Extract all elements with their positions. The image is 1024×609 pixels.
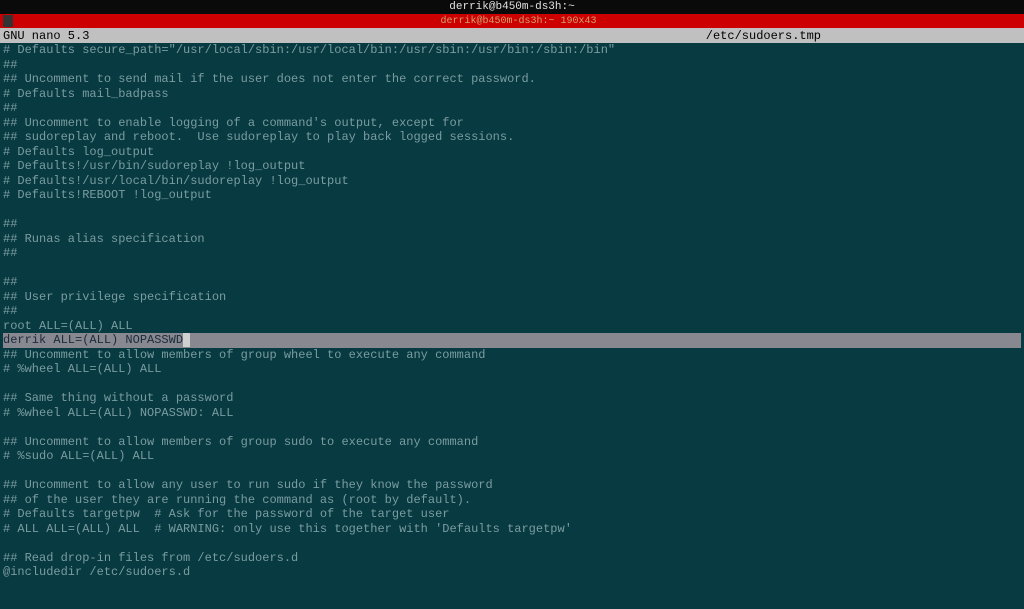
editor-line: # Defaults!REBOOT !log_output: [3, 188, 1021, 203]
text-cursor: [183, 333, 190, 347]
editor-area[interactable]: # Defaults secure_path="/usr/local/sbin:…: [0, 43, 1024, 609]
editor-line: ## Same thing without a password: [3, 391, 1021, 406]
editor-line: ## of the user they are running the comm…: [3, 493, 1021, 508]
nano-filename: /etc/sudoers.tmp: [706, 29, 821, 43]
editor-line: ## Uncomment to allow any user to run su…: [3, 478, 1021, 493]
editor-line: # %wheel ALL=(ALL) NOPASSWD: ALL: [3, 406, 1021, 421]
editor-line: ## sudoreplay and reboot. Use sudoreplay…: [3, 130, 1021, 145]
tab-indicator: [3, 15, 13, 27]
editor-line: [3, 377, 1021, 392]
editor-line: [3, 203, 1021, 218]
editor-line: ## Uncomment to enable logging of a comm…: [3, 116, 1021, 131]
editor-line: # Defaults targetpw # Ask for the passwo…: [3, 507, 1021, 522]
editor-line: [3, 261, 1021, 276]
nano-header: GNU nano 5.3 /etc/sudoers.tmp: [0, 28, 1024, 43]
editor-line: # Defaults!/usr/bin/sudoreplay !log_outp…: [3, 159, 1021, 174]
editor-line: ## Read drop-in files from /etc/sudoers.…: [3, 551, 1021, 566]
highlight-text: derrik ALL=(ALL) NOPASSWD: [3, 333, 183, 348]
editor-line: ##: [3, 58, 1021, 73]
editor-line: ##: [3, 246, 1021, 261]
editor-line: [3, 464, 1021, 479]
editor-line: ## User privilege specification: [3, 290, 1021, 305]
editor-line: ## Uncomment to allow members of group s…: [3, 435, 1021, 450]
editor-line: [3, 536, 1021, 551]
editor-line: ##: [3, 275, 1021, 290]
editor-line: ## Runas alias specification: [3, 232, 1021, 247]
editor-line: # Defaults mail_badpass: [3, 87, 1021, 102]
editor-line: # %wheel ALL=(ALL) ALL: [3, 362, 1021, 377]
editor-line: [3, 420, 1021, 435]
editor-line: @includedir /etc/sudoers.d: [3, 565, 1021, 580]
editor-line: # %sudo ALL=(ALL) ALL: [3, 449, 1021, 464]
tab-bar: derrik@b450m-ds3h:~ 190x43: [0, 14, 1024, 28]
editor-line: # Defaults secure_path="/usr/local/sbin:…: [3, 43, 1021, 58]
editor-line: ##: [3, 304, 1021, 319]
nano-version: GNU nano 5.3: [3, 29, 89, 43]
tab-label: derrik@b450m-ds3h:~ 190x43: [13, 16, 1024, 27]
cursor-line[interactable]: derrik ALL=(ALL) NOPASSWD: [3, 333, 1021, 348]
editor-line: # ALL ALL=(ALL) ALL # WARNING: only use …: [3, 522, 1021, 537]
editor-line: ##: [3, 217, 1021, 232]
editor-line: ## Uncomment to allow members of group w…: [3, 348, 1021, 363]
editor-line: ## Uncomment to send mail if the user do…: [3, 72, 1021, 87]
window-title: derrik@b450m-ds3h:~: [0, 0, 1024, 14]
editor-line: # Defaults!/usr/local/bin/sudoreplay !lo…: [3, 174, 1021, 189]
editor-line: # Defaults log_output: [3, 145, 1021, 160]
editor-line: ##: [3, 101, 1021, 116]
editor-line: root ALL=(ALL) ALL: [3, 319, 1021, 334]
